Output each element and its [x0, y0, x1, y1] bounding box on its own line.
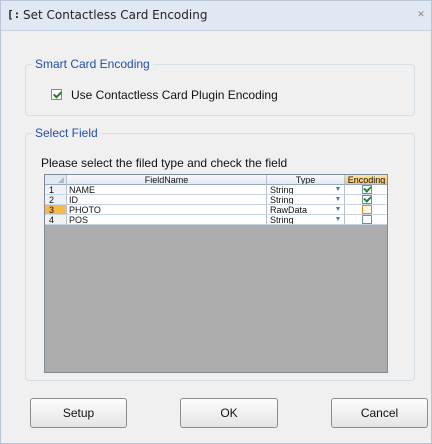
field-name-cell[interactable]: NAME: [67, 185, 267, 195]
close-icon[interactable]: ✕: [415, 9, 427, 21]
cancel-button[interactable]: Cancel: [331, 398, 428, 428]
use-plugin-encoding-label: Use Contactless Card Plugin Encoding: [71, 88, 278, 102]
chevron-down-icon[interactable]: ▼: [334, 196, 342, 204]
use-plugin-encoding-checkbox[interactable]: [51, 89, 62, 100]
smart-card-encoding-group: Smart Card Encoding Use Contactless Card…: [25, 57, 415, 116]
select-field-instruction: Please select the filed type and check t…: [41, 156, 288, 170]
encoding-cell: [345, 215, 387, 225]
encoding-checkbox[interactable]: [361, 205, 372, 214]
app-window-icon: [:: [7, 8, 21, 21]
table-row[interactable]: 2 ID String ▼: [45, 195, 387, 205]
encoding-cell: [345, 205, 387, 215]
column-header-type[interactable]: Type: [267, 175, 345, 185]
use-plugin-encoding-checkbox-row[interactable]: Use Contactless Card Plugin Encoding: [51, 88, 278, 102]
type-value: String: [270, 215, 294, 225]
row-number[interactable]: 3: [45, 205, 67, 215]
chevron-down-icon[interactable]: ▼: [334, 186, 342, 194]
encoding-checkbox[interactable]: [361, 185, 372, 194]
column-header-fieldname[interactable]: FieldName: [67, 175, 267, 185]
select-field-legend: Select Field: [32, 126, 101, 140]
grid-header-row: FieldName Type Encoding: [45, 175, 387, 185]
row-number[interactable]: 2: [45, 195, 67, 205]
chevron-down-icon[interactable]: ▼: [334, 206, 342, 214]
field-name-cell[interactable]: PHOTO: [67, 205, 267, 215]
type-value: String: [270, 195, 294, 205]
row-number[interactable]: 1: [45, 185, 67, 195]
select-field-group: Select Field Please select the filed typ…: [25, 126, 415, 381]
type-value: String: [270, 185, 294, 195]
type-value: RawData: [270, 205, 308, 215]
title-bar[interactable]: [: Set Contactless Card Encoding ✕: [1, 1, 431, 31]
grid-select-all-corner[interactable]: [45, 175, 67, 185]
encoding-checkbox[interactable]: [361, 215, 372, 224]
type-select[interactable]: String ▼: [267, 195, 345, 205]
encoding-checkbox[interactable]: [361, 195, 372, 204]
encoding-cell: [345, 195, 387, 205]
row-number[interactable]: 4: [45, 215, 67, 225]
dialog-window: [: Set Contactless Card Encoding ✕ Smart…: [0, 0, 432, 444]
encoding-cell: [345, 185, 387, 195]
type-select[interactable]: String ▼: [267, 215, 345, 225]
chevron-down-icon[interactable]: ▼: [334, 216, 342, 224]
window-title: Set Contactless Card Encoding: [23, 8, 208, 22]
ok-button[interactable]: OK: [180, 398, 278, 428]
table-row[interactable]: 1 NAME String ▼: [45, 185, 387, 195]
type-select[interactable]: String ▼: [267, 185, 345, 195]
field-name-cell[interactable]: ID: [67, 195, 267, 205]
table-row-selected[interactable]: 3 PHOTO RawData ▼: [45, 205, 387, 215]
table-row[interactable]: 4 POS String ▼: [45, 215, 387, 225]
setup-button[interactable]: Setup: [30, 398, 127, 428]
column-header-encoding[interactable]: Encoding: [345, 175, 387, 185]
smart-card-encoding-legend: Smart Card Encoding: [32, 57, 153, 71]
type-select[interactable]: RawData ▼: [267, 205, 345, 215]
field-grid[interactable]: FieldName Type Encoding 1 NAME String ▼ …: [44, 174, 388, 373]
field-name-cell[interactable]: POS: [67, 215, 267, 225]
